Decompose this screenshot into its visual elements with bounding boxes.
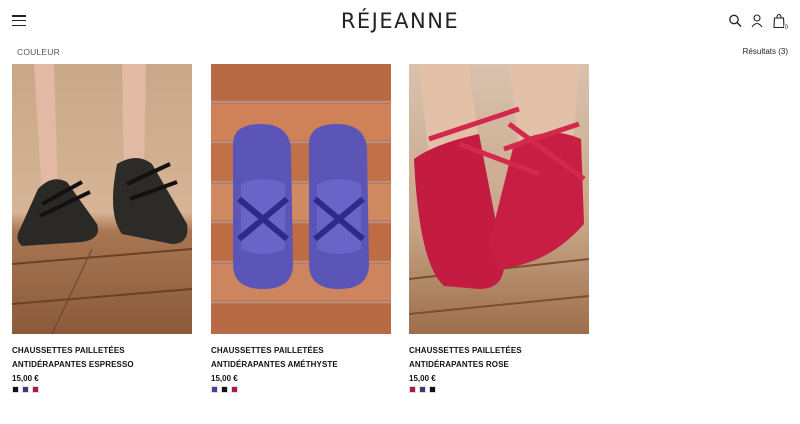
brand-logo[interactable]: RÉJEANNE bbox=[0, 9, 800, 33]
color-swatch[interactable] bbox=[419, 386, 426, 393]
color-filter[interactable]: COULEUR bbox=[17, 47, 60, 57]
color-swatch[interactable] bbox=[429, 386, 436, 393]
color-swatch[interactable] bbox=[12, 386, 19, 393]
color-swatch[interactable] bbox=[32, 386, 39, 393]
header-actions: 0 bbox=[728, 13, 789, 32]
product-price: 15,00 € bbox=[409, 374, 436, 383]
shopping-bag-icon[interactable]: 0 bbox=[772, 13, 789, 32]
product-card: CHAUSSETTES PAILLETÉES ANTIDÉRAPANTES AM… bbox=[211, 64, 391, 393]
color-swatches bbox=[12, 386, 192, 393]
product-name[interactable]: CHAUSSETTES PAILLETÉES ANTIDÉRAPANTES RO… bbox=[409, 344, 589, 372]
cart-count-badge: 0 bbox=[783, 25, 789, 32]
product-card: CHAUSSETTES PAILLETÉES ANTIDÉRAPANTES ES… bbox=[12, 64, 192, 393]
product-name[interactable]: CHAUSSETTES PAILLETÉES ANTIDÉRAPANTES ES… bbox=[12, 344, 192, 372]
product-image[interactable] bbox=[409, 64, 589, 334]
color-swatch[interactable] bbox=[409, 386, 416, 393]
color-swatch[interactable] bbox=[231, 386, 238, 393]
results-count: Résultats (3) bbox=[742, 47, 788, 56]
color-swatch[interactable] bbox=[211, 386, 218, 393]
color-swatch[interactable] bbox=[221, 386, 228, 393]
product-image[interactable] bbox=[12, 64, 192, 334]
color-swatches bbox=[409, 386, 589, 393]
product-name[interactable]: CHAUSSETTES PAILLETÉES ANTIDÉRAPANTES AM… bbox=[211, 344, 391, 372]
product-image[interactable] bbox=[211, 64, 391, 334]
color-swatches bbox=[211, 386, 391, 393]
site-header: RÉJEANNE 0 bbox=[0, 0, 800, 46]
user-icon[interactable] bbox=[750, 13, 764, 29]
product-price: 15,00 € bbox=[12, 374, 39, 383]
product-price: 15,00 € bbox=[211, 374, 238, 383]
search-icon[interactable] bbox=[728, 13, 742, 29]
product-card: CHAUSSETTES PAILLETÉES ANTIDÉRAPANTES RO… bbox=[409, 64, 589, 393]
color-swatch[interactable] bbox=[22, 386, 29, 393]
